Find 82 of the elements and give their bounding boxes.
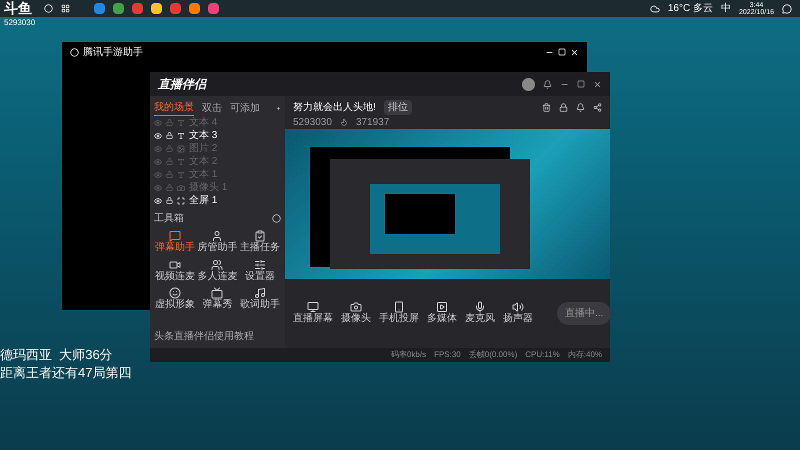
control-button[interactable]: 摄像头 (341, 301, 371, 326)
search-icon[interactable] (44, 4, 53, 13)
control-button[interactable]: 多媒体 (427, 301, 457, 326)
source-type-icon (177, 170, 185, 178)
bell-icon[interactable] (576, 103, 585, 112)
weather-text: 16°C 多云 (668, 4, 713, 14)
tool-button[interactable]: 视频连麦 (154, 258, 196, 283)
music-note-icon (254, 287, 266, 299)
person-icon (211, 230, 224, 242)
sliders-icon (254, 258, 266, 270)
clipboard-check-icon (254, 230, 266, 242)
tool-button[interactable]: 设置器 (238, 258, 281, 283)
microphone-icon (474, 301, 486, 314)
overlay-text: 德玛西亚 大师36分 (0, 346, 114, 364)
tool-button[interactable]: 歌词助手 (238, 287, 281, 312)
source-type-icon (177, 158, 185, 166)
tv-icon (211, 287, 224, 299)
notice-text[interactable]: 头条直播伴侣使用教程 (154, 329, 281, 344)
ime-indicator[interactable]: 中 (720, 4, 731, 14)
lock-icon[interactable] (166, 132, 173, 139)
share-icon[interactable] (593, 103, 602, 112)
toolbox-title: 工具箱 (154, 212, 184, 226)
smile-icon (169, 287, 182, 299)
tool-button[interactable]: 主播任务 (238, 230, 281, 254)
video-camera-icon (169, 258, 182, 270)
stream-title[interactable]: 努力就会出人头地! (293, 100, 376, 115)
tool-button[interactable]: 虚拟形象 (154, 287, 196, 312)
control-button[interactable]: 扬声器 (503, 301, 533, 326)
room-number: 5293030 (3, 17, 36, 29)
smartphone-icon (393, 301, 405, 314)
status-text: 码率0kb/s (390, 349, 426, 361)
tool-button[interactable]: 多人连麦 (196, 258, 239, 283)
app-logo-icon (70, 48, 79, 56)
scene-tab[interactable]: 我的场景 (154, 100, 194, 116)
window-title: 腾讯手游助手 (83, 46, 143, 60)
people-icon (211, 258, 224, 270)
flame-icon (340, 118, 348, 126)
trash-icon[interactable] (542, 103, 551, 112)
app-icon[interactable] (113, 3, 124, 14)
scene-tab[interactable]: 可添加 (230, 100, 260, 116)
control-button[interactable]: 手机投屏 (379, 301, 419, 326)
lock-icon[interactable] (559, 103, 568, 112)
notification-icon[interactable] (782, 4, 792, 14)
tool-button[interactable]: 弹幕助手 (154, 230, 196, 254)
monitor-icon (307, 301, 319, 314)
source-type-icon (177, 144, 185, 152)
bell-icon[interactable] (543, 80, 552, 88)
control-button[interactable]: 麦克风 (465, 301, 495, 326)
status-text: 丢帧0(0.00%) (468, 349, 518, 361)
status-text: FPS:30 (434, 349, 461, 361)
control-button[interactable]: 直播屏幕 (293, 301, 333, 326)
app-icon[interactable] (151, 3, 162, 14)
category-tag[interactable]: 排位 (384, 100, 412, 115)
room-id: 5293030 (293, 116, 332, 130)
app-icon[interactable] (94, 3, 105, 14)
task-view-icon[interactable] (61, 4, 70, 13)
scene-tab[interactable]: 双击 (202, 100, 222, 116)
maximize-icon[interactable] (577, 80, 585, 88)
play-icon (436, 301, 448, 314)
overlay-text: 距离王者还有47局第四 (0, 364, 132, 382)
popularity-count: 371937 (356, 116, 390, 130)
source-type-icon (177, 118, 185, 126)
tool-button[interactable]: 弹幕秀 (196, 287, 239, 312)
app-icon[interactable] (208, 3, 219, 14)
source-type-icon (177, 196, 185, 204)
app-logo: 直播伴侣 (158, 76, 206, 93)
speaker-icon (512, 301, 524, 314)
source-type-icon (177, 184, 185, 192)
source-type-icon (177, 132, 185, 140)
source-item[interactable]: 文本 3 (189, 130, 218, 140)
camera-icon (350, 301, 362, 314)
weather-icon (650, 4, 660, 14)
chat-bubble-icon (169, 230, 182, 242)
lock-icon[interactable] (166, 197, 173, 204)
avatar[interactable] (522, 78, 535, 90)
source-item[interactable]: 全屏 1 (189, 196, 218, 206)
app-icon[interactable] (189, 3, 200, 14)
tool-button[interactable]: 房管助手 (196, 230, 239, 254)
live-button[interactable]: 直播中... (557, 302, 612, 325)
close-icon[interactable] (593, 80, 602, 88)
status-text: 内存:40% (568, 349, 602, 361)
status-text: CPU:11% (525, 349, 560, 361)
